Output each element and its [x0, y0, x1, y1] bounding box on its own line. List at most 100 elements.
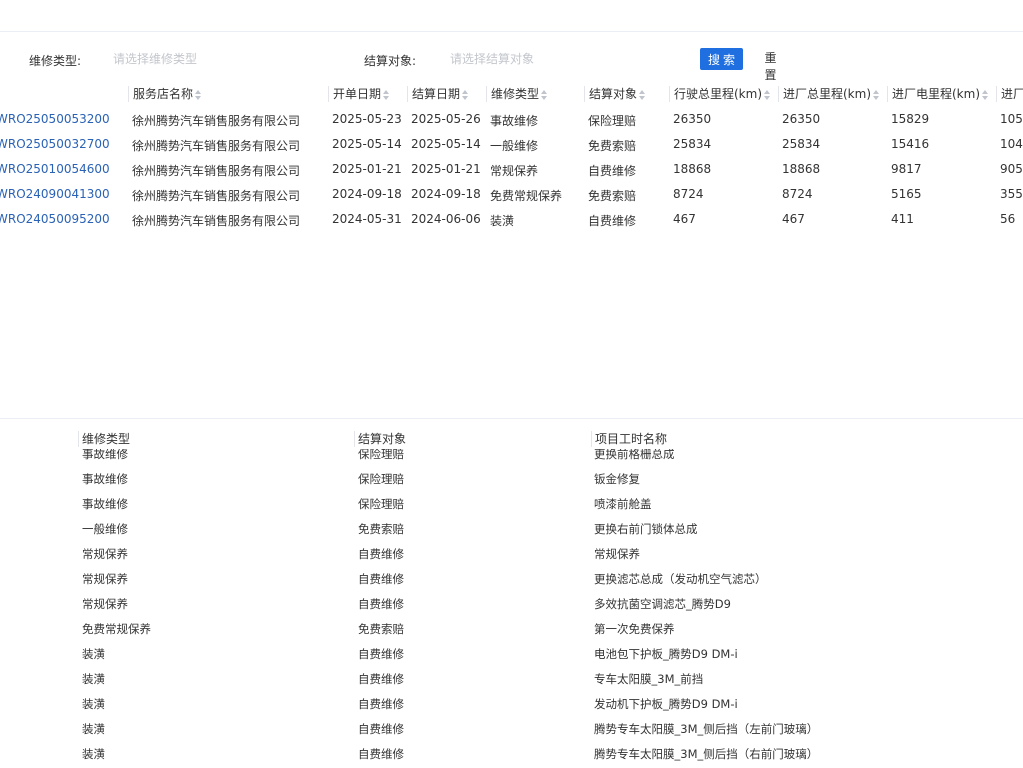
store-cell: 徐州腾势汽车销售服务有限公司	[132, 214, 301, 227]
col-header-open-date[interactable]: 开单日期	[328, 86, 390, 102]
table-row[interactable]: 常规保养 自费维修 多效抗菌空调滤芯_腾势D9	[0, 592, 1023, 617]
item-repair-type-cell: 常规保养	[82, 572, 128, 586]
total-mileage-cell: 467	[673, 212, 696, 226]
item-name-cell: 专车太阳膜_3M_前挡	[594, 672, 704, 686]
total-mileage-cell: 25834	[673, 137, 712, 151]
table-row[interactable]: 装潢 自费维修 专车太阳膜_3M_前挡	[0, 667, 1023, 692]
table-row[interactable]: 装潢 自费维修 腾势专车太阳膜_3M_侧后挡（左前门玻璃）	[0, 717, 1023, 742]
table-row[interactable]: 事故维修 保险理赔 钣金修复	[0, 467, 1023, 492]
sort-icon[interactable]	[873, 89, 880, 100]
item-repair-type-cell: 一般维修	[82, 522, 128, 536]
item-name-cell: 更换滤芯总成（发动机空气滤芯）	[594, 572, 767, 586]
col-header-settlement[interactable]: 结算对象	[584, 86, 646, 102]
col-header-entry-cut[interactable]: 进厂	[996, 86, 1023, 102]
table-row[interactable]: 事故维修 保险理赔 喷漆前舱盖	[0, 492, 1023, 517]
table-row[interactable]: 装潢 自费维修 腾势专车太阳膜_3M_侧后挡（右前门玻璃）	[0, 742, 1023, 767]
item-settlement-cell: 免费索赔	[358, 622, 404, 636]
settle-date-cell: 2025-01-21	[411, 162, 481, 176]
item-name-cell: 喷漆前舱盖	[594, 497, 652, 511]
item-settlement-cell: 保险理赔	[358, 472, 404, 486]
electric-mileage-cell: 411	[891, 212, 914, 226]
item-name-cell: 腾势专车太阳膜_3M_侧后挡（右前门玻璃）	[594, 747, 819, 761]
entry-cut-cell: 105	[1000, 112, 1023, 126]
table-row[interactable]: 一般维修 免费索赔 更换右前门锁体总成	[0, 517, 1023, 542]
entry-cut-cell: 355	[1000, 187, 1023, 201]
reset-button[interactable]: 重置	[754, 48, 790, 82]
item-repair-type-cell: 常规保养	[82, 597, 128, 611]
order-number-link[interactable]: WRO25050032700	[0, 137, 110, 151]
open-date-cell: 2025-05-14	[332, 137, 402, 151]
item-settlement-cell: 自费维修	[358, 722, 404, 736]
settle-date-cell: 2025-05-26	[411, 112, 481, 126]
settlement-cell: 保险理赔	[588, 114, 637, 128]
sort-icon[interactable]	[982, 89, 989, 100]
sort-icon[interactable]	[639, 89, 646, 100]
settle-date-cell: 2024-09-18	[411, 187, 481, 201]
item-settlement-cell: 自费维修	[358, 747, 404, 761]
total-mileage-cell: 18868	[673, 162, 712, 176]
settlement-cell: 自费维修	[588, 164, 637, 178]
table-row[interactable]: 装潢 自费维修 发动机下护板_腾势D9 DM-i	[0, 692, 1023, 717]
item-settlement-cell: 自费维修	[358, 647, 404, 661]
col-header-total-mileage[interactable]: 行驶总里程(km)	[669, 86, 771, 102]
table-row[interactable]: 免费常规保养 免费索赔 第一次免费保养	[0, 617, 1023, 642]
table-row[interactable]: WRO24050095200 徐州腾势汽车销售服务有限公司 2024-05-31…	[0, 208, 1023, 227]
table-row[interactable]: WRO25050053200 徐州腾势汽车销售服务有限公司 2025-05-23…	[0, 108, 1023, 133]
repair-items-table: 维修类型 结算对象 项目工时名称 事故维修 保险理赔 更换前格栅总成 事故维修 …	[0, 425, 1023, 768]
settlement-select[interactable]	[450, 48, 650, 70]
item-settlement-cell: 免费索赔	[358, 522, 404, 536]
item-name-cell: 腾势专车太阳膜_3M_侧后挡（左前门玻璃）	[594, 722, 819, 736]
item-name-cell: 更换右前门锁体总成	[594, 522, 698, 536]
entry-mileage-cell: 8724	[782, 187, 813, 201]
col-header-item-settlement[interactable]: 结算对象	[354, 431, 406, 447]
order-number-link[interactable]: WRO25010054600	[0, 162, 110, 176]
repair-type-cell: 免费常规保养	[490, 189, 563, 203]
sort-icon[interactable]	[462, 89, 469, 100]
table-row[interactable]: 装潢 自费维修 电池包下护板_腾势D9 DM-i	[0, 642, 1023, 667]
table-row[interactable]: WRO25010054600 徐州腾势汽车销售服务有限公司 2025-01-21…	[0, 158, 1023, 183]
repair-type-label: 维修类型:	[29, 54, 82, 68]
table-header: 维修类型 结算对象 项目工时名称	[0, 429, 1023, 449]
item-repair-type-cell: 装潢	[82, 697, 105, 711]
order-number-link[interactable]: WRO25050053200	[0, 112, 110, 126]
item-settlement-cell: 自费维修	[358, 572, 404, 586]
filter-bar: 维修类型: 结算对象: 搜索 重置	[0, 48, 1023, 82]
col-header-store[interactable]: 服务店名称	[128, 86, 202, 102]
repair-type-cell: 装潢	[490, 214, 515, 227]
table-row[interactable]: 常规保养 自费维修 更换滤芯总成（发动机空气滤芯）	[0, 567, 1023, 592]
repair-type-cell: 一般维修	[490, 139, 539, 153]
order-number-link[interactable]: WRO24050095200	[0, 212, 110, 226]
repair-type-select[interactable]	[113, 48, 313, 70]
col-header-settle-date[interactable]: 结算日期	[407, 86, 469, 102]
store-cell: 徐州腾势汽车销售服务有限公司	[132, 114, 301, 128]
sort-icon[interactable]	[195, 89, 202, 100]
search-button[interactable]: 搜索	[700, 48, 743, 70]
table-row[interactable]: 常规保养 自费维修 常规保养	[0, 542, 1023, 567]
item-repair-type-cell: 装潢	[82, 747, 105, 761]
top-bar	[0, 0, 1023, 32]
settlement-cell: 自费维修	[588, 214, 637, 227]
repair-type-cell: 常规保养	[490, 164, 539, 178]
item-repair-type-cell: 事故维修	[82, 472, 128, 486]
sort-icon[interactable]	[383, 89, 390, 100]
item-settlement-cell: 自费维修	[358, 672, 404, 686]
col-header-repair-type[interactable]: 维修类型	[486, 86, 548, 102]
col-header-item-name[interactable]: 项目工时名称	[591, 431, 667, 447]
item-repair-type-cell: 免费常规保养	[82, 622, 151, 636]
col-header-entry-mileage[interactable]: 进厂总里程(km)	[778, 86, 880, 102]
electric-mileage-cell: 9817	[891, 162, 922, 176]
sort-icon[interactable]	[541, 89, 548, 100]
order-number-link[interactable]: WRO24090041300	[0, 187, 110, 201]
open-date-cell: 2024-09-18	[332, 187, 402, 201]
col-header-item-repair-type[interactable]: 维修类型	[78, 431, 130, 447]
table-header: 服务店名称 开单日期 结算日期 维修类型 结算对象 行驶总里程(km) 进厂总里…	[0, 82, 1023, 106]
col-header-electric-mileage[interactable]: 进厂电里程(km)	[887, 86, 989, 102]
electric-mileage-cell: 5165	[891, 187, 922, 201]
item-name-cell: 钣金修复	[594, 472, 640, 486]
repair-orders-table: 服务店名称 开单日期 结算日期 维修类型 结算对象 行驶总里程(km) 进厂总里…	[0, 82, 1023, 227]
section-divider	[0, 418, 1023, 419]
sort-icon[interactable]	[764, 89, 771, 100]
table-row[interactable]: WRO24090041300 徐州腾势汽车销售服务有限公司 2024-09-18…	[0, 183, 1023, 208]
entry-mileage-cell: 26350	[782, 112, 821, 126]
table-row[interactable]: WRO25050032700 徐州腾势汽车销售服务有限公司 2025-05-14…	[0, 133, 1023, 158]
